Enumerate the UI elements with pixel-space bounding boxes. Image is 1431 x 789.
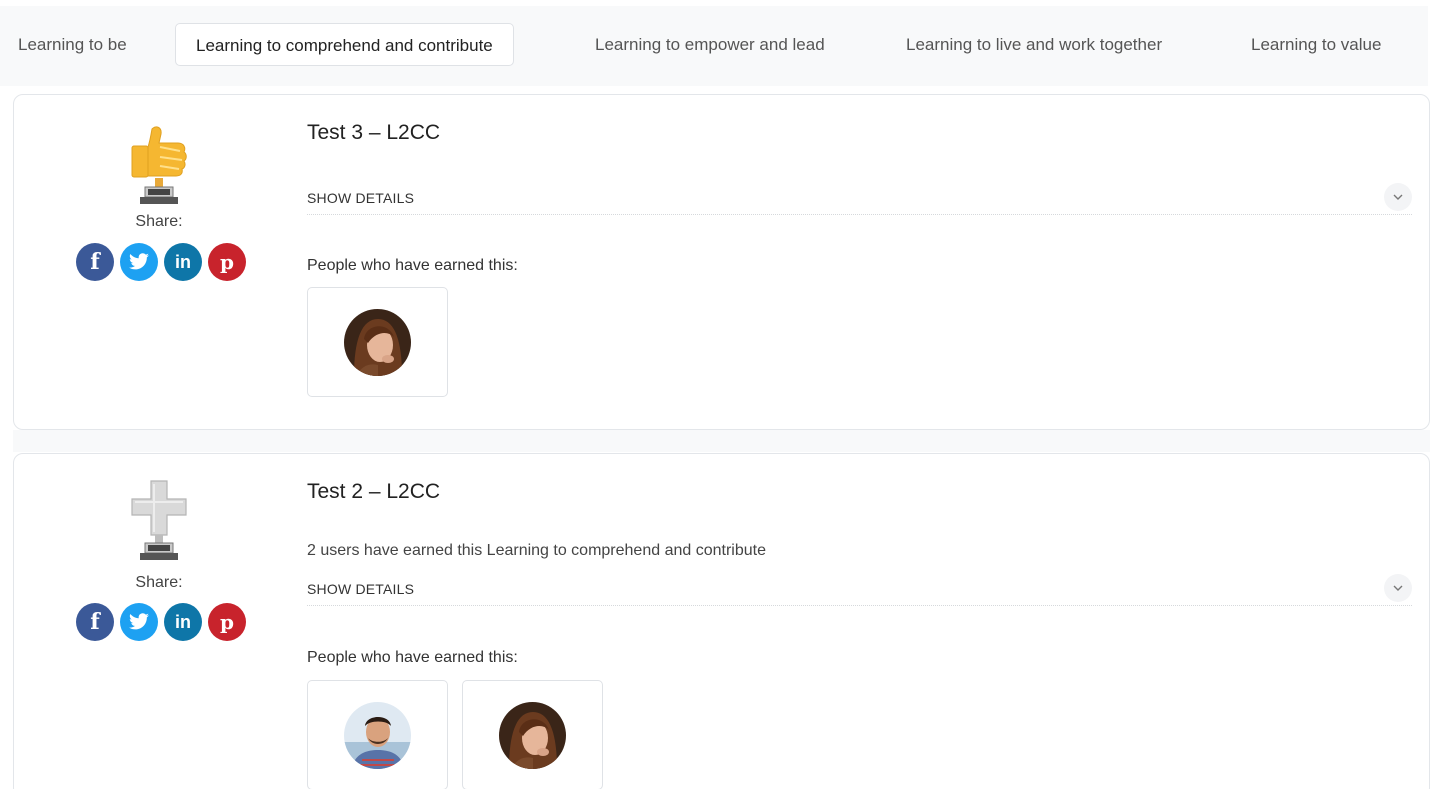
share-label: Share: (135, 213, 183, 230)
tab-learning-to-value[interactable]: Learning to value (1251, 23, 1381, 66)
pinterest-share-button[interactable]: p (208, 603, 246, 641)
badge-card: Share: f in p Test 3 – L2CC SHOW DETAILS… (13, 94, 1430, 430)
avatar (344, 701, 411, 769)
earner-card[interactable] (462, 680, 603, 789)
chevron-down-icon[interactable] (1384, 574, 1412, 602)
people-earned-label: People who have earned this: (307, 649, 518, 666)
pinterest-icon: p (220, 610, 234, 634)
twitter-icon (129, 613, 149, 630)
tab-learning-to-comprehend[interactable]: Learning to comprehend and contribute (175, 23, 514, 66)
facebook-share-button[interactable]: f (76, 243, 114, 281)
earned-count-text: 2 users have earned this Learning to com… (307, 542, 766, 559)
badge-title: Test 2 – L2CC (307, 480, 441, 503)
twitter-share-button[interactable] (120, 603, 158, 641)
show-details-toggle[interactable]: SHOW DETAILS (307, 183, 1412, 215)
linkedin-share-button[interactable]: in (164, 243, 202, 281)
people-earned-label: People who have earned this: (307, 257, 518, 274)
earners-list (307, 287, 448, 397)
share-label: Share: (135, 574, 183, 591)
twitter-icon (129, 253, 149, 270)
pinterest-share-button[interactable]: p (208, 243, 246, 281)
tab-learning-to-empower[interactable]: Learning to empower and lead (595, 23, 825, 66)
facebook-share-button[interactable]: f (76, 603, 114, 641)
badge-card: Share: f in p Test 2 – L2CC 2 users have… (13, 453, 1430, 789)
badge-title: Test 3 – L2CC (307, 121, 441, 144)
chevron-down-icon[interactable] (1384, 183, 1412, 211)
pinterest-icon: p (220, 250, 234, 274)
linkedin-icon: in (175, 611, 191, 632)
social-share-buttons: f in p (76, 243, 246, 281)
earners-list (307, 680, 603, 789)
earner-card[interactable] (307, 680, 448, 789)
linkedin-icon: in (175, 251, 191, 272)
tab-learning-to-live[interactable]: Learning to live and work together (906, 23, 1162, 66)
twitter-share-button[interactable] (120, 243, 158, 281)
facebook-icon: f (90, 609, 100, 635)
social-share-buttons: f in p (76, 603, 246, 641)
tab-learning-to-be[interactable]: Learning to be (18, 23, 127, 66)
card-separator (13, 430, 1430, 452)
show-details-label: SHOW DETAILS (307, 190, 415, 206)
avatar (499, 701, 566, 769)
earner-card[interactable] (307, 287, 448, 397)
cross-trophy-icon (131, 480, 187, 560)
show-details-label: SHOW DETAILS (307, 581, 415, 597)
thumbs-up-trophy-icon (131, 126, 187, 204)
category-tab-bar: Learning to be Learning to comprehend an… (0, 6, 1428, 86)
facebook-icon: f (90, 249, 100, 275)
avatar (344, 308, 411, 376)
show-details-toggle[interactable]: SHOW DETAILS (307, 574, 1412, 606)
linkedin-share-button[interactable]: in (164, 603, 202, 641)
